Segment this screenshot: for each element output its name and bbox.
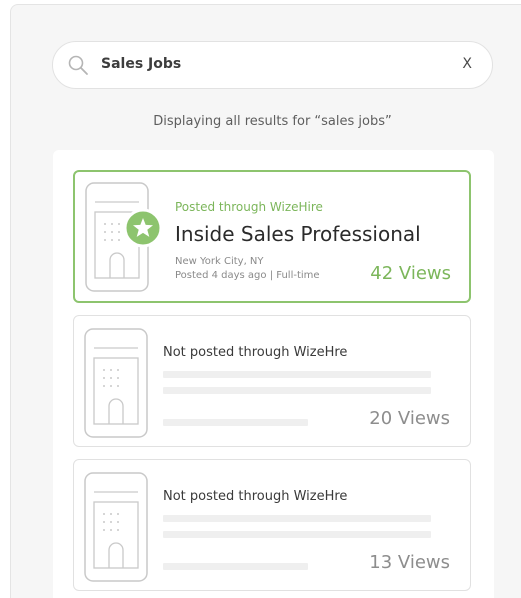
job-meta: Posted 4 days ago | Full-time xyxy=(175,270,320,281)
job-views: 42 Views xyxy=(370,263,451,284)
search-icon xyxy=(68,55,88,75)
clear-search-button[interactable]: X xyxy=(462,56,472,72)
search-input[interactable]: Sales Jobs xyxy=(101,56,181,72)
job-card[interactable]: Not posted through WizeHre 20 Views xyxy=(73,315,471,447)
placeholder-line xyxy=(163,531,431,538)
job-location: New York City, NY xyxy=(175,256,264,267)
results-caption: Displaying all results for “sales jobs” xyxy=(153,114,392,129)
job-source-label: Posted through WizeHire xyxy=(175,200,323,214)
building-icon xyxy=(84,328,148,438)
job-source-label: Not posted through WizeHre xyxy=(163,489,348,504)
placeholder-line xyxy=(163,563,308,570)
building-icon xyxy=(84,472,148,582)
job-views: 20 Views xyxy=(369,408,450,429)
job-card[interactable]: Not posted through WizeHre 13 Views xyxy=(73,459,471,591)
placeholder-line xyxy=(163,515,431,522)
job-views: 13 Views xyxy=(369,552,450,573)
placeholder-line xyxy=(163,387,431,394)
search-bar[interactable]: Sales Jobs X xyxy=(52,41,493,89)
job-card-featured[interactable]: Posted through WizeHire Inside Sales Pro… xyxy=(73,170,471,303)
job-title[interactable]: Inside Sales Professional xyxy=(175,222,421,246)
job-source-label: Not posted through WizeHre xyxy=(163,345,348,360)
placeholder-line xyxy=(163,419,308,426)
star-badge-icon xyxy=(123,208,163,248)
placeholder-line xyxy=(163,371,431,378)
